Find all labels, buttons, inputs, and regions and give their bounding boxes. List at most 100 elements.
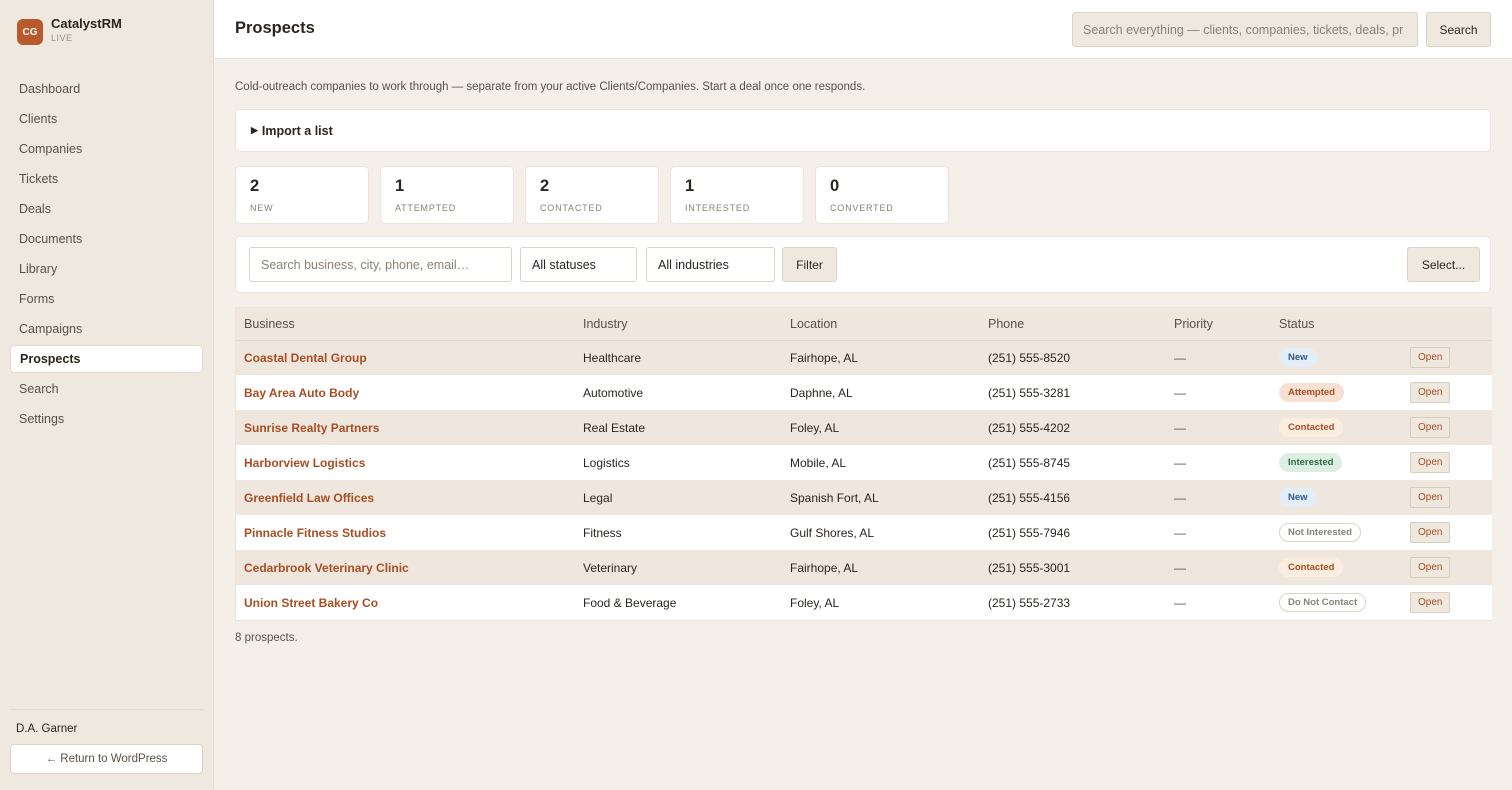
- phone-cell: (251) 555-3001: [980, 550, 1166, 585]
- priority-cell: —: [1166, 585, 1271, 620]
- stat-card-contacted[interactable]: 2 CONTACTED: [525, 166, 659, 224]
- industry-cell: Healthcare: [575, 340, 782, 375]
- status-badge: Do Not Contact: [1279, 593, 1367, 612]
- stat-card-attempted[interactable]: 1 ATTEMPTED: [380, 166, 514, 224]
- sidebar-item-library[interactable]: Library: [10, 255, 203, 283]
- location-cell: Mobile, AL: [782, 445, 980, 480]
- sidebar-item-settings[interactable]: Settings: [10, 405, 203, 433]
- select-mode-button[interactable]: Select...: [1407, 247, 1480, 282]
- sidebar-item-search[interactable]: Search: [10, 375, 203, 403]
- industry-cell: Logistics: [575, 445, 782, 480]
- industry-filter-select[interactable]: All industries: [646, 247, 775, 282]
- import-list-toggle[interactable]: ▶ Import a list: [235, 109, 1491, 152]
- status-filter-select[interactable]: All statuses: [520, 247, 637, 282]
- sidebar-item-forms[interactable]: Forms: [10, 285, 203, 313]
- prospect-count: 8 prospects.: [235, 632, 298, 644]
- global-search-button[interactable]: Search: [1426, 12, 1491, 47]
- status-badge: New: [1279, 348, 1317, 368]
- status-badge: Attempted: [1279, 383, 1344, 402]
- page-title: Prospects: [235, 19, 315, 37]
- sidebar-item-documents[interactable]: Documents: [10, 225, 203, 253]
- sidebar-item-campaigns[interactable]: Campaigns: [10, 315, 203, 343]
- return-to-wordpress-button[interactable]: ← Return to WordPress: [10, 744, 203, 774]
- status-badge: Contacted: [1279, 558, 1344, 577]
- open-button[interactable]: Open: [1410, 487, 1451, 508]
- business-name-link[interactable]: Pinnacle Fitness Studios: [236, 515, 575, 550]
- phone-cell: (251) 555-8520: [980, 340, 1166, 375]
- sidebar-nav: Dashboard Clients Companies Tickets Deals Doc…: [10, 75, 203, 435]
- column-header[interactable]: Priority: [1166, 308, 1271, 341]
- location-cell: Fairhope, AL: [782, 340, 980, 375]
- brand-name: CatalystRM: [51, 16, 122, 31]
- status-cell: Do Not Contact: [1271, 585, 1402, 620]
- phone-cell: (251) 555-3281: [980, 375, 1166, 410]
- industry-cell: Food & Beverage: [575, 585, 782, 620]
- open-button[interactable]: Open: [1410, 592, 1451, 613]
- table-row: Bay Area Auto Body Automotive Daphne, AL (2…: [236, 375, 1492, 410]
- action-cell: Open: [1402, 515, 1492, 550]
- business-name-link[interactable]: Union Street Bakery Co: [236, 585, 575, 620]
- open-button[interactable]: Open: [1410, 417, 1451, 438]
- stat-label: CONTACTED: [540, 203, 603, 213]
- column-header[interactable]: Phone: [980, 308, 1166, 341]
- stat-label: ATTEMPTED: [395, 203, 457, 213]
- stat-label: CONVERTED: [830, 203, 894, 213]
- stat-card-interested[interactable]: 1 INTERESTED: [670, 166, 804, 224]
- phone-cell: (251) 555-4202: [980, 410, 1166, 445]
- filter-bar: All statuses All industries Filter Selec…: [235, 236, 1491, 293]
- user-name: D.A. Garner: [16, 723, 78, 735]
- table-header-row: Business Industry Location Phone Priority Sta…: [236, 308, 1492, 341]
- column-header[interactable]: Status: [1271, 308, 1402, 341]
- business-name-link[interactable]: Coastal Dental Group: [236, 340, 575, 375]
- business-name-link[interactable]: Harborview Logistics: [236, 445, 575, 480]
- open-button[interactable]: Open: [1410, 382, 1451, 403]
- action-cell: Open: [1402, 410, 1492, 445]
- business-name-link[interactable]: Bay Area Auto Body: [236, 375, 575, 410]
- prospects-table: Business Industry Location Phone Priority Sta…: [235, 307, 1492, 621]
- stat-label: NEW: [250, 203, 274, 213]
- business-name-link[interactable]: Sunrise Realty Partners: [236, 410, 575, 445]
- business-name-link[interactable]: Cedarbrook Veterinary Clinic: [236, 550, 575, 585]
- sidebar-item-prospects[interactable]: Prospects: [10, 345, 203, 373]
- prospect-search-input[interactable]: [249, 247, 512, 282]
- table-row: Sunrise Realty Partners Real Estate Foley,…: [236, 410, 1492, 445]
- open-button[interactable]: Open: [1410, 557, 1451, 578]
- table-body: Coastal Dental Group Healthcare Fairhope, …: [236, 340, 1492, 620]
- filter-button[interactable]: Filter: [782, 247, 837, 282]
- action-cell: Open: [1402, 550, 1492, 585]
- priority-cell: —: [1166, 515, 1271, 550]
- brand-logo: CG: [17, 19, 43, 45]
- sidebar-item-dashboard[interactable]: Dashboard: [10, 75, 203, 103]
- action-cell: Open: [1402, 340, 1492, 375]
- sidebar-item-deals[interactable]: Deals: [10, 195, 203, 223]
- open-button[interactable]: Open: [1410, 522, 1451, 543]
- stat-value: 1: [685, 177, 695, 195]
- business-name-link[interactable]: Greenfield Law Offices: [236, 480, 575, 515]
- stat-value: 2: [540, 177, 550, 195]
- status-cell: Not Interested: [1271, 515, 1402, 550]
- sidebar-item-tickets[interactable]: Tickets: [10, 165, 203, 193]
- status-cell: New: [1271, 480, 1402, 515]
- column-header[interactable]: Location: [782, 308, 980, 341]
- phone-cell: (251) 555-8745: [980, 445, 1166, 480]
- status-cell: Contacted: [1271, 550, 1402, 585]
- global-search-input[interactable]: [1072, 12, 1418, 47]
- location-cell: Foley, AL: [782, 410, 980, 445]
- stat-card-converted[interactable]: 0 CONVERTED: [815, 166, 949, 224]
- stat-card-new[interactable]: 2 NEW: [235, 166, 369, 224]
- open-button[interactable]: Open: [1410, 452, 1451, 473]
- location-cell: Fairhope, AL: [782, 550, 980, 585]
- top-header: Prospects Search: [214, 0, 1512, 59]
- column-header[interactable]: Business: [236, 308, 575, 341]
- table-row: Coastal Dental Group Healthcare Fairhope, …: [236, 340, 1492, 375]
- table-row: Union Street Bakery Co Food & Beverage Fol…: [236, 585, 1492, 620]
- column-header[interactable]: Industry: [575, 308, 782, 341]
- phone-cell: (251) 555-7946: [980, 515, 1166, 550]
- brand[interactable]: CG CatalystRM LIVE: [17, 16, 122, 45]
- sidebar-item-clients[interactable]: Clients: [10, 105, 203, 133]
- status-badge: Interested: [1279, 453, 1343, 472]
- priority-cell: —: [1166, 375, 1271, 410]
- expand-caret-icon: ▶: [251, 125, 258, 135]
- sidebar-item-companies[interactable]: Companies: [10, 135, 203, 163]
- open-button[interactable]: Open: [1410, 347, 1451, 369]
